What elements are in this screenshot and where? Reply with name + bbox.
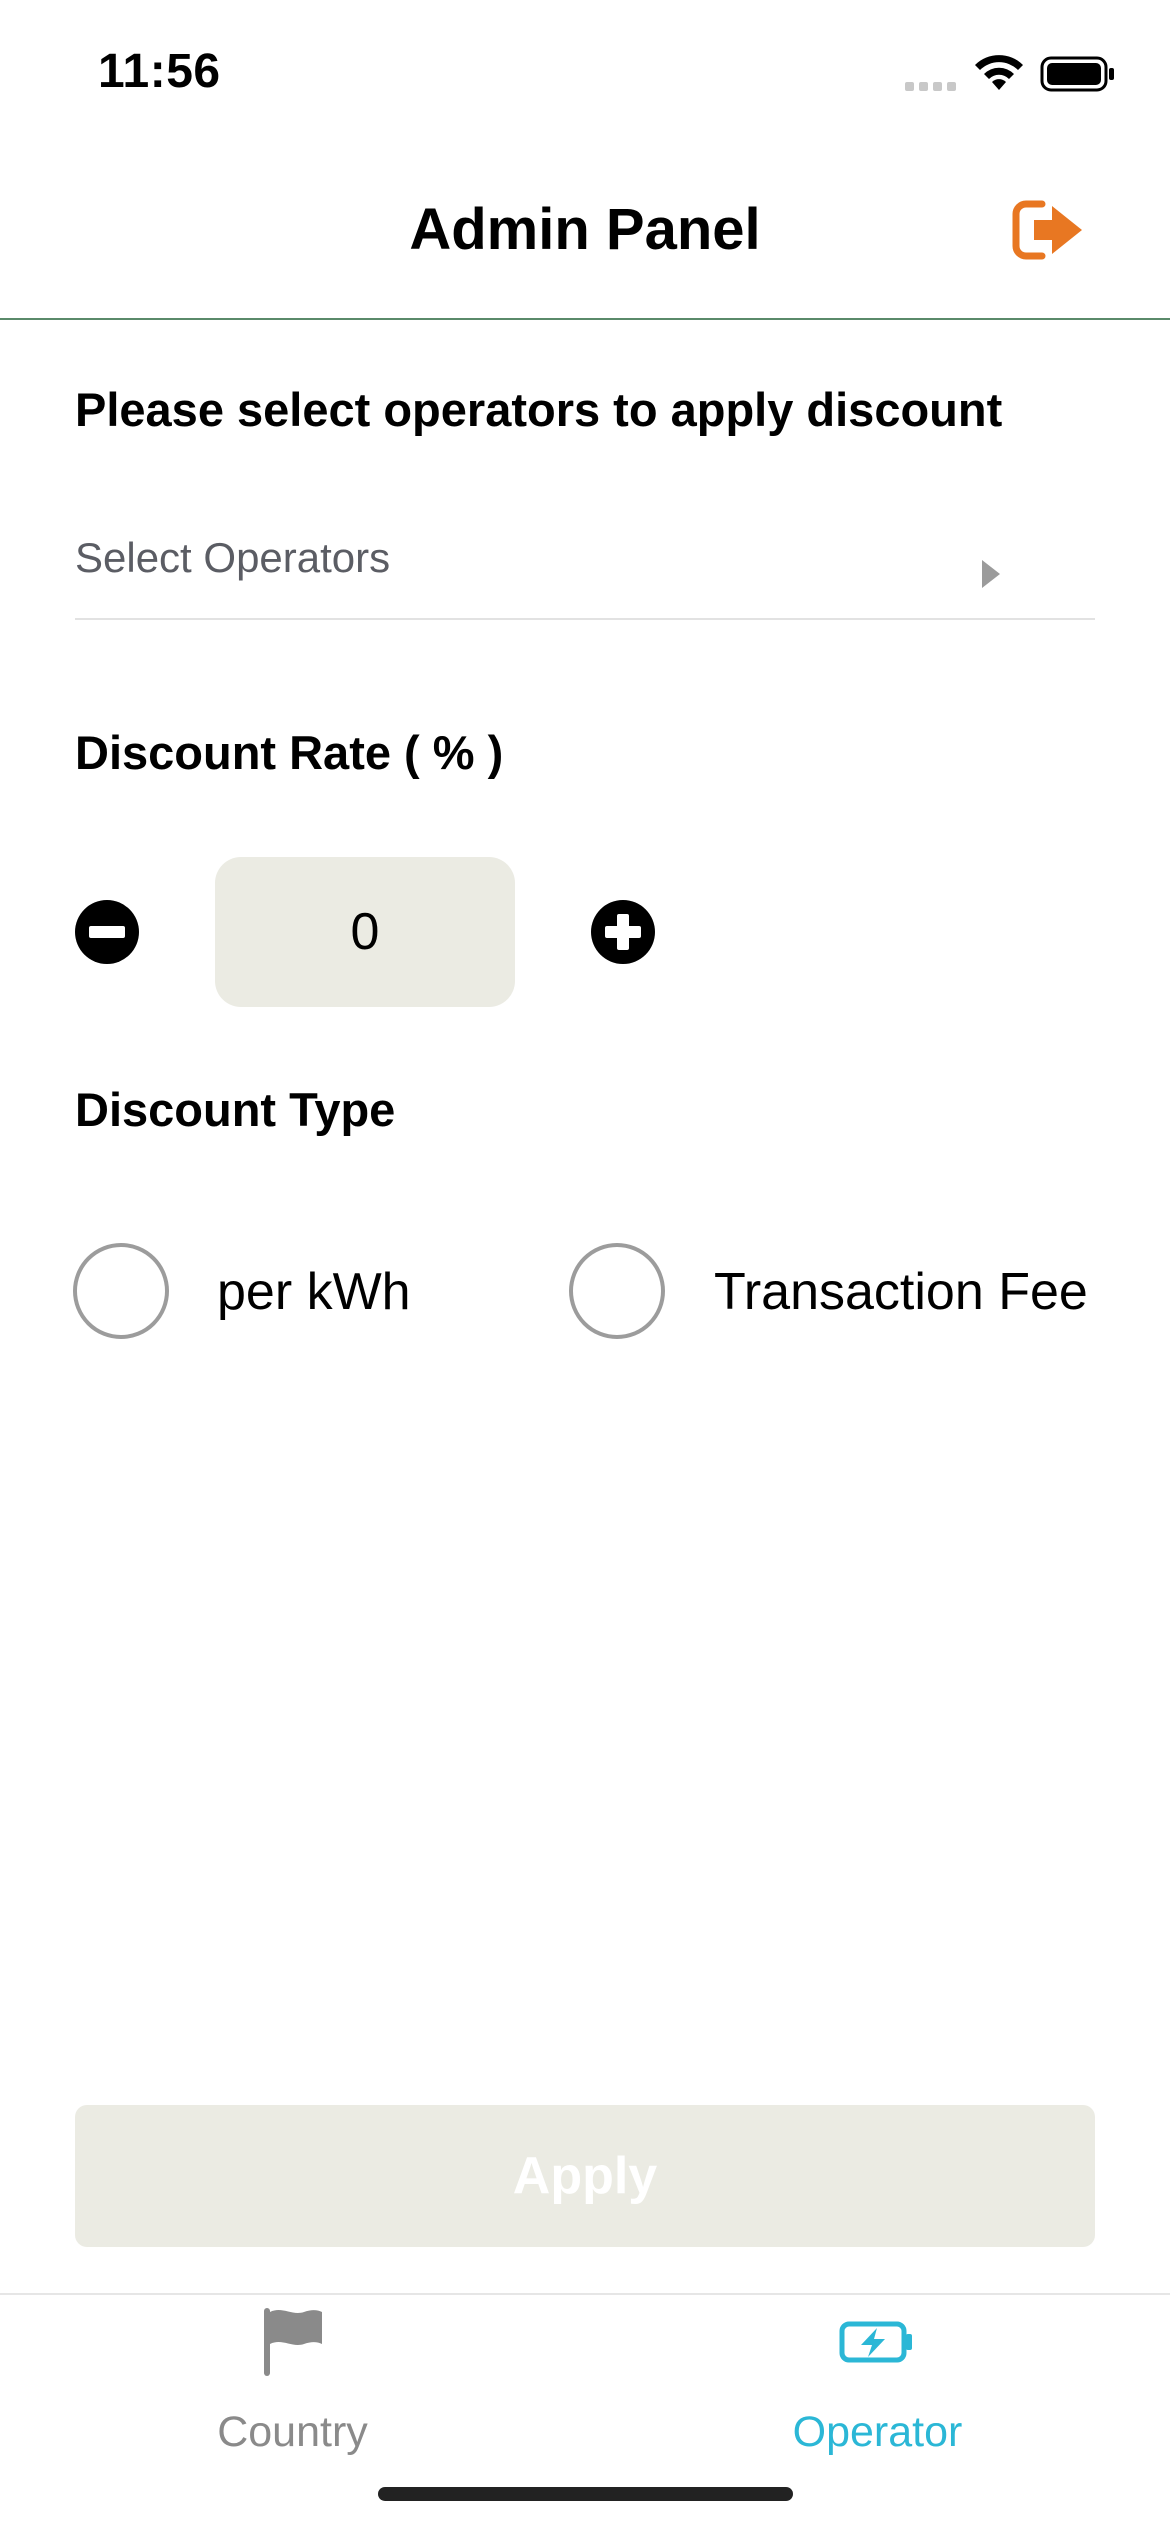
- tab-country-label: Country: [217, 2408, 368, 2456]
- operators-section-label: Please select operators to apply discoun…: [75, 383, 1003, 436]
- home-indicator: [378, 2487, 793, 2501]
- status-bar: 11:56: [0, 0, 1170, 150]
- discount-rate-label: Discount Rate ( % ): [75, 726, 504, 779]
- battery-bolt-icon: [839, 2321, 912, 2363]
- discount-type-label: Discount Type: [75, 1083, 396, 1136]
- tab-operator[interactable]: Operator: [585, 2300, 1170, 2460]
- per-kwh-label[interactable]: per kWh: [217, 1262, 411, 1322]
- decrement-button[interactable]: [74, 899, 140, 965]
- operator-select-dropdown[interactable]: Select Operators: [75, 520, 1095, 620]
- logout-icon[interactable]: [1012, 198, 1086, 262]
- operator-select-placeholder: Select Operators: [75, 534, 391, 581]
- tab-operator-label: Operator: [792, 2408, 963, 2456]
- battery-icon: [1040, 56, 1114, 92]
- tab-bar-divider: [0, 2293, 1170, 2295]
- flag-icon: [264, 2308, 322, 2376]
- discount-rate-value[interactable]: 0: [215, 857, 515, 1007]
- increment-button[interactable]: [590, 899, 656, 965]
- per-kwh-radio[interactable]: [73, 1243, 169, 1339]
- status-time: 11:56: [98, 45, 221, 98]
- transaction-fee-label[interactable]: Transaction Fee: [714, 1262, 1088, 1322]
- tab-country[interactable]: Country: [0, 2300, 585, 2460]
- wifi-icon: [975, 55, 1023, 90]
- apply-button[interactable]: Apply: [75, 2105, 1095, 2247]
- page-title: Admin Panel: [409, 197, 761, 262]
- caret-right-icon: [982, 560, 1000, 588]
- header-divider: [0, 318, 1170, 320]
- transaction-fee-radio[interactable]: [569, 1243, 665, 1339]
- cellular-signal-icon: [905, 82, 956, 91]
